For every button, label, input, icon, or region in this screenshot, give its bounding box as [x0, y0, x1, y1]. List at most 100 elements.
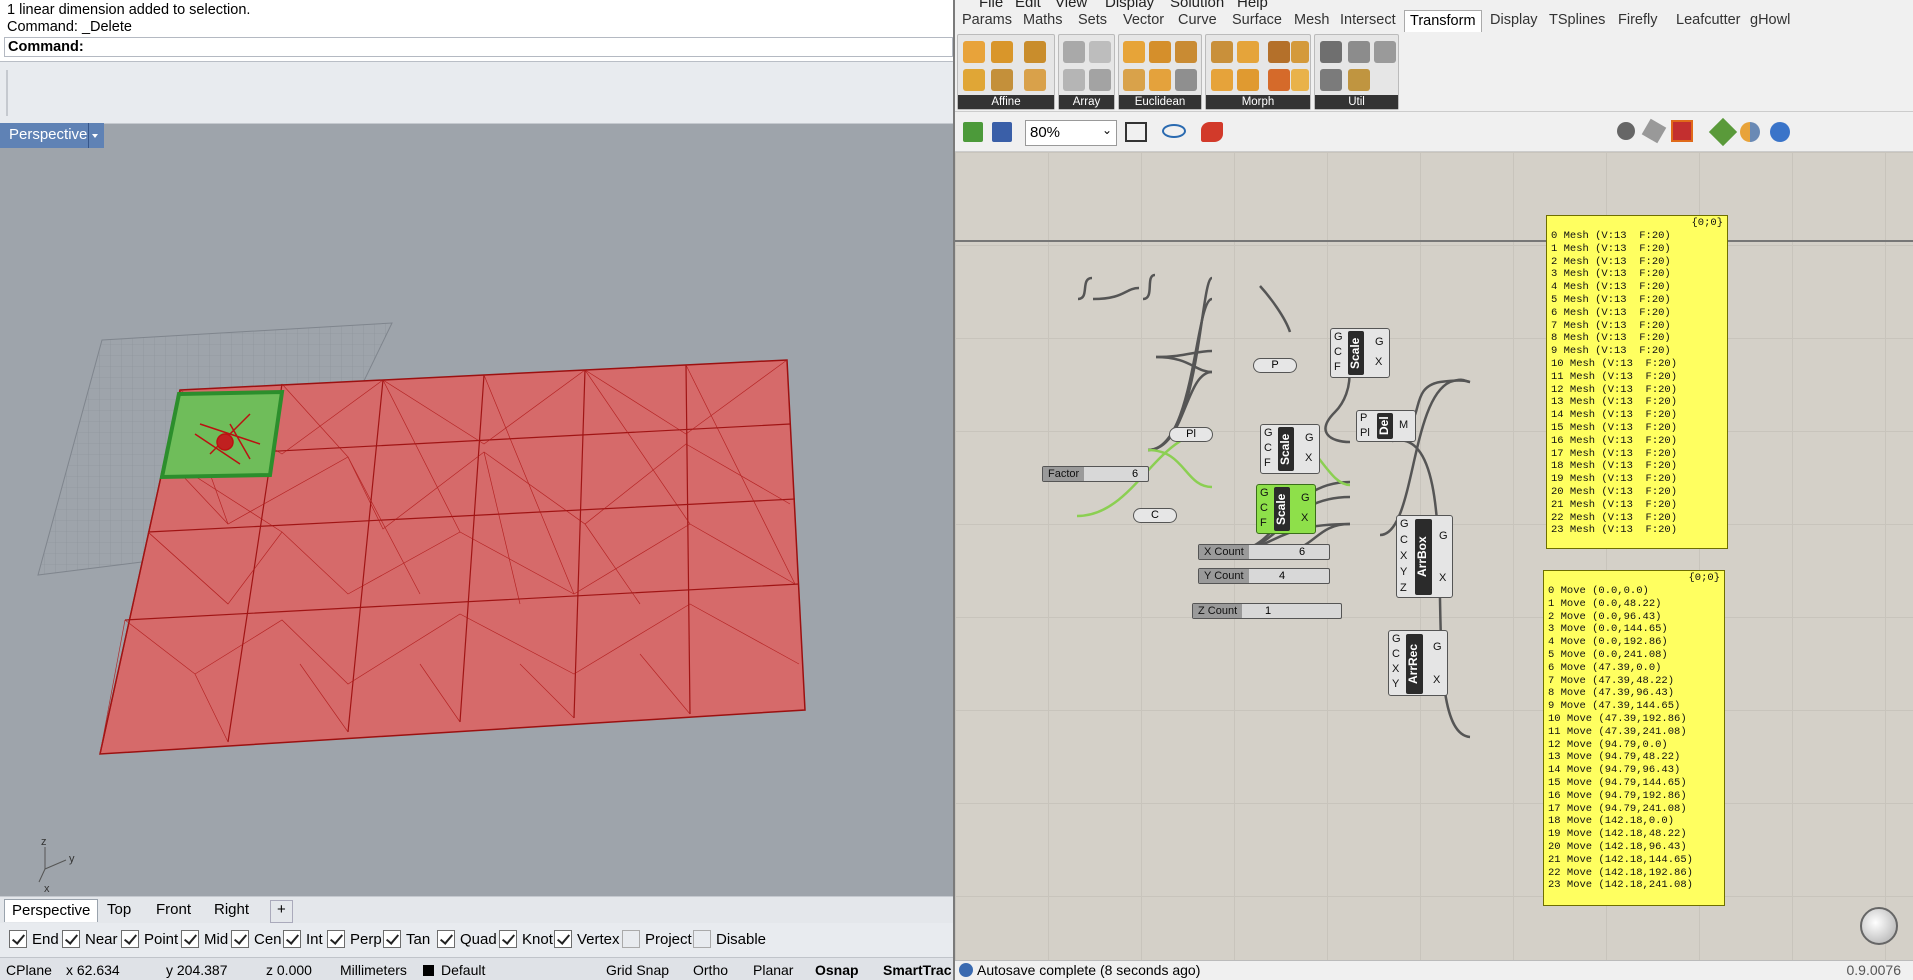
- euclidean-tool-icon[interactable]: [1123, 41, 1145, 63]
- viewport-canvas[interactable]: z y x: [0, 124, 953, 896]
- add-viewport-tab-icon[interactable]: +: [270, 900, 293, 923]
- affine-tool-icon[interactable]: [1024, 41, 1046, 63]
- euclidean-tool-icon[interactable]: [1123, 69, 1145, 91]
- param-p[interactable]: P: [1253, 358, 1297, 373]
- input-y[interactable]: Y: [1400, 566, 1407, 578]
- osnap-perp[interactable]: Perp: [327, 930, 382, 948]
- input-c[interactable]: C: [1392, 648, 1400, 660]
- morph-tool-icon[interactable]: [1237, 69, 1259, 91]
- z-count-slider[interactable]: Z Count 1: [1192, 603, 1342, 619]
- array-tool-icon[interactable]: [1089, 69, 1111, 91]
- input-x[interactable]: X: [1392, 663, 1399, 675]
- input-p[interactable]: P: [1360, 412, 1367, 424]
- osnap-toggle[interactable]: Osnap: [815, 962, 859, 978]
- morph-tool-icon[interactable]: [1268, 69, 1290, 91]
- input-pl[interactable]: Pl: [1360, 427, 1370, 439]
- osnap-cen[interactable]: Cen: [231, 930, 282, 948]
- osnap-mid-checkbox[interactable]: [181, 930, 199, 948]
- tab-tsplines[interactable]: TSplines: [1549, 12, 1605, 28]
- output-g[interactable]: G: [1305, 432, 1314, 444]
- output-g[interactable]: G: [1433, 641, 1442, 653]
- output-g[interactable]: G: [1439, 530, 1448, 542]
- output-g[interactable]: G: [1375, 336, 1384, 348]
- output-x[interactable]: X: [1305, 452, 1312, 464]
- morph-tool-icon[interactable]: [1291, 41, 1309, 63]
- viewport-menu-chevron-icon[interactable]: [88, 123, 100, 148]
- osnap-end-checkbox[interactable]: [9, 930, 27, 948]
- status-cplane[interactable]: CPlane: [6, 962, 52, 978]
- osnap-project-checkbox[interactable]: [622, 930, 640, 948]
- tab-right[interactable]: Right: [207, 899, 256, 922]
- osnap-quad-checkbox[interactable]: [437, 930, 455, 948]
- osnap-project[interactable]: Project: [622, 930, 692, 948]
- output-g[interactable]: G: [1301, 492, 1310, 504]
- array-tool-icon[interactable]: [1063, 69, 1085, 91]
- morph-tool-icon[interactable]: [1237, 41, 1259, 63]
- gh-canvas[interactable]: G C F Scale G X P P Pl Del M Pl G C F Sc…: [955, 152, 1913, 960]
- perspective-viewport[interactable]: z y x: [0, 124, 953, 896]
- osnap-knot[interactable]: Knot: [499, 930, 553, 948]
- status-units[interactable]: Millimeters: [340, 962, 407, 978]
- status-layer[interactable]: Default: [441, 962, 485, 978]
- input-x[interactable]: X: [1400, 550, 1407, 562]
- tab-vector[interactable]: Vector: [1123, 12, 1164, 28]
- tab-firefly[interactable]: Firefly: [1618, 12, 1657, 28]
- tab-top[interactable]: Top: [100, 899, 138, 922]
- array-rectangular-component[interactable]: G C X Y ArrRec G X: [1388, 630, 1448, 696]
- osnap-vertex-checkbox[interactable]: [554, 930, 572, 948]
- osnap-tan[interactable]: Tan: [383, 930, 430, 948]
- tab-ghowl[interactable]: gHowl: [1750, 12, 1790, 28]
- input-f[interactable]: F: [1334, 361, 1341, 373]
- affine-tool-icon[interactable]: [1024, 69, 1046, 91]
- affine-tool-icon[interactable]: [991, 41, 1013, 63]
- osnap-end[interactable]: End: [9, 930, 59, 948]
- tab-sets[interactable]: Sets: [1078, 12, 1107, 28]
- grid-snap-toggle[interactable]: Grid Snap: [606, 962, 669, 978]
- osnap-vertex[interactable]: Vertex: [554, 930, 620, 948]
- osnap-disable-checkbox[interactable]: [693, 930, 711, 948]
- euclidean-tool-icon[interactable]: [1149, 41, 1171, 63]
- x-count-slider[interactable]: X Count 6: [1198, 544, 1330, 560]
- tab-display[interactable]: Display: [1490, 12, 1538, 28]
- delete-component[interactable]: P Pl Del M: [1356, 410, 1416, 442]
- osnap-near-checkbox[interactable]: [62, 930, 80, 948]
- output-x[interactable]: X: [1433, 674, 1440, 686]
- affine-tool-icon[interactable]: [991, 69, 1013, 91]
- tab-maths[interactable]: Maths: [1023, 12, 1063, 28]
- tab-mesh[interactable]: Mesh: [1294, 12, 1329, 28]
- euclidean-tool-icon[interactable]: [1149, 69, 1171, 91]
- globe-icon[interactable]: [1770, 122, 1790, 142]
- osnap-point[interactable]: Point: [121, 930, 178, 948]
- array-tool-icon[interactable]: [1089, 41, 1111, 63]
- zoom-select[interactable]: 80% ⌄: [1025, 120, 1117, 146]
- util-tool-icon[interactable]: [1348, 69, 1370, 91]
- input-g[interactable]: G: [1392, 633, 1401, 645]
- osnap-disable[interactable]: Disable: [693, 930, 766, 948]
- input-f[interactable]: F: [1264, 457, 1271, 469]
- toolbar-grip[interactable]: [6, 70, 8, 116]
- save-file-icon[interactable]: [992, 122, 1012, 142]
- util-tool-icon[interactable]: [1348, 41, 1370, 63]
- param-c[interactable]: C: [1133, 508, 1177, 523]
- tab-front[interactable]: Front: [149, 899, 198, 922]
- input-y[interactable]: Y: [1392, 678, 1399, 690]
- preview-shaded-icon[interactable]: [1641, 118, 1667, 144]
- input-c[interactable]: C: [1260, 502, 1268, 514]
- tab-surface[interactable]: Surface: [1232, 12, 1282, 28]
- canvas-navigator-icon[interactable]: [1860, 907, 1898, 945]
- osnap-tan-checkbox[interactable]: [383, 930, 401, 948]
- factor-slider[interactable]: Factor 6: [1042, 466, 1149, 482]
- preview-wire-icon[interactable]: [1617, 122, 1635, 140]
- tab-transform[interactable]: Transform: [1404, 10, 1482, 32]
- mesh-output-panel[interactable]: {0;0} 0 Mesh (V:13 F:20) 1 Mesh (V:13 F:2…: [1546, 215, 1728, 549]
- tab-leafcutter[interactable]: Leafcutter: [1676, 12, 1741, 28]
- input-z[interactable]: Z: [1400, 582, 1407, 594]
- output-x[interactable]: X: [1375, 356, 1382, 368]
- input-g[interactable]: G: [1264, 427, 1273, 439]
- planar-toggle[interactable]: Planar: [753, 962, 793, 978]
- param-pl[interactable]: Pl: [1169, 427, 1213, 442]
- array-box-component[interactable]: G C X Y Z ArrBox G X: [1396, 515, 1453, 598]
- scale-component-1[interactable]: G C F Scale G X: [1330, 328, 1390, 378]
- morph-tool-icon[interactable]: [1211, 41, 1233, 63]
- osnap-int-checkbox[interactable]: [283, 930, 301, 948]
